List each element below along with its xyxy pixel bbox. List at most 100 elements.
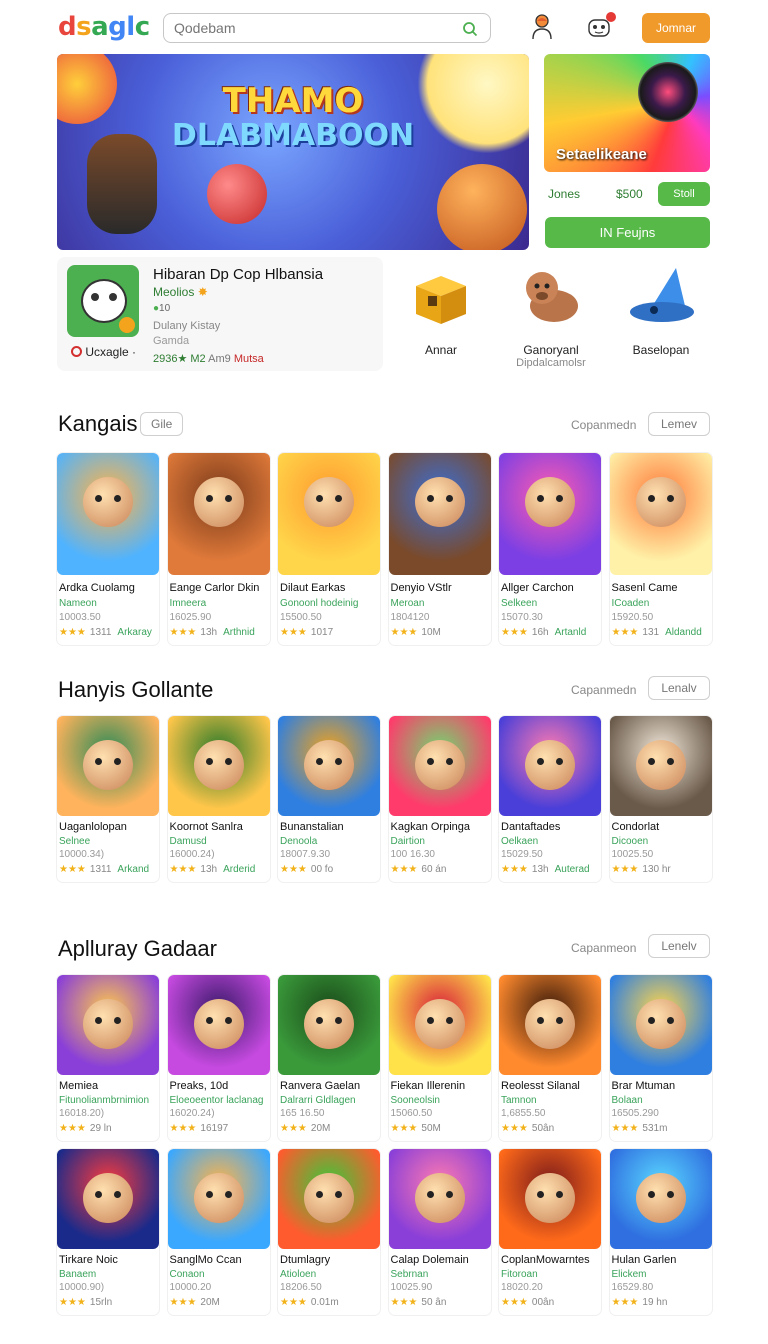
section-link[interactable]: Capanmedn (571, 683, 636, 697)
game-developer: ICoaden (611, 598, 650, 609)
game-card[interactable]: CoplanMowarntes Fitoroan 18020.20 ★★★ 00ân (499, 1149, 601, 1315)
user-profile-icon[interactable] (530, 12, 558, 42)
game-card[interactable]: Kagkan Orpinga Dairtion 100 16.30 ★★★ 60 án (388, 716, 491, 882)
game-stats: 18020.20 (501, 1282, 543, 1293)
featured-rating: ●10 (153, 303, 171, 314)
game-card[interactable]: Calap Dolemain Sebrnan 10025.90 ★★★ 50 ân (388, 1149, 491, 1315)
search-bar[interactable] (163, 13, 491, 43)
character-icon (414, 477, 465, 527)
side-promo-banner[interactable]: Setaelikeane (544, 54, 710, 172)
game-rating: ★★★ 13h Arthnid (169, 627, 255, 638)
game-title: Brar Mtuman (611, 1080, 676, 1092)
game-card[interactable]: Reolesst Silanal Tamnon 1,6855.50 ★★★ 50ân (499, 975, 601, 1141)
mini-item-hat[interactable]: Baselopan (606, 262, 716, 372)
game-thumbnail (57, 1149, 159, 1249)
game-rating: ★★★ 531m (611, 1123, 668, 1134)
game-thumbnail (57, 716, 159, 816)
game-stats: 10000.34) (59, 849, 105, 860)
game-card[interactable]: Uaganlolopan Selnee 10000.34) ★★★ 1311 Arkand (57, 716, 159, 882)
game-card[interactable]: Hulan Garlen Elickem 16529.80 ★★★ 19 hn (609, 1149, 712, 1315)
game-thumbnail (167, 975, 270, 1075)
promo-button[interactable]: Stoll (658, 182, 710, 206)
section-title: Aplluray Gadaar (58, 936, 217, 961)
game-rating: ★★★ 29 ln (59, 1123, 112, 1134)
featured-footer[interactable]: Ucxagle · (71, 345, 136, 359)
game-title: Ranvera Gaelan (280, 1080, 361, 1092)
search-input[interactable] (174, 18, 444, 38)
game-title: Allger Carchon (501, 582, 574, 594)
game-card[interactable]: Dtumlagry Atioloen 18206.50 ★★★ 0.01m (278, 1149, 380, 1315)
dog-icon (526, 272, 578, 322)
game-card[interactable]: Condorlat Dicooen 10025.50 ★★★ 130 hr (609, 716, 712, 882)
character-icon (525, 740, 575, 790)
game-card[interactable]: Dilaut Earkas Gonoonl hodeinig 15500.50 ★★★… (278, 453, 380, 645)
notification-bell-icon[interactable] (586, 12, 616, 42)
game-thumbnail (57, 453, 159, 575)
game-thumbnail (167, 1149, 270, 1249)
character-icon (635, 740, 686, 790)
character-icon (193, 740, 244, 790)
section-more-button[interactable]: Lenelv (648, 934, 710, 958)
game-title: Sasenl Came (611, 582, 678, 594)
game-card[interactable]: Denyio VStlr Meroan 1804120 ★★★ 10M (388, 453, 491, 645)
game-thumbnail (278, 716, 380, 816)
game-rating: ★★★ 20M (169, 1297, 220, 1308)
section-title: Hanyis Gollante (58, 677, 214, 702)
game-card[interactable]: Eange Carlor Dkin Imneera 16025.90 ★★★ 13h Ar… (167, 453, 270, 645)
game-card[interactable]: Ardka Cuolamg Nameon 10003.50 ★★★ 1311 Arkara… (57, 453, 159, 645)
game-title: Hulan Garlen (611, 1254, 677, 1266)
section-link[interactable]: Capanmeon (571, 941, 636, 955)
featured-game-card[interactable]: Hibaran Dp Cop Hlbansia Meolios ✸ ●10 Du… (57, 257, 383, 371)
game-stats: 16529.80 (611, 1282, 654, 1293)
game-card[interactable]: Ranvera Gaelan Dalrarri Gldlagen 165 16.50… (278, 975, 380, 1141)
mini-label: Annar (424, 343, 458, 357)
site-logo[interactable]: dsaglc (58, 12, 150, 42)
game-developer: Fitunolianmbrnimion (59, 1095, 150, 1106)
game-card[interactable]: Allger Carchon Selkeen 15070.30 ★★★ 16h Artan… (499, 453, 601, 645)
game-developer: Tamnon (501, 1095, 537, 1106)
section-link[interactable]: Copanmedn (571, 418, 636, 432)
character-icon (304, 999, 354, 1049)
game-card[interactable]: Fiekan Illerenin Sooneolsin 15060.50 ★★★ 50M (388, 975, 491, 1141)
game-title: Dantaftades (501, 821, 561, 833)
game-title: Dilaut Earkas (280, 582, 346, 594)
game-card[interactable]: SanglMo Ccan Conaon 10000.20 ★★★ 20M (167, 1149, 270, 1315)
join-button[interactable]: Jomnar (642, 13, 710, 43)
game-stats: 15060.50 (390, 1108, 433, 1119)
game-card[interactable]: Dantaftades Oelkaen 15029.50 ★★★ 13h Auterad (499, 716, 601, 882)
game-card[interactable]: Sasenl Came ICoaden 15920.50 ★★★ 131 Aldandd (609, 453, 712, 645)
section-more-button[interactable]: Lenalv (648, 676, 710, 700)
game-developer: Dairtion (390, 836, 425, 847)
top-bar: dsaglc Jomnar (0, 0, 768, 54)
game-card[interactable]: Preaks, 10d Eloeoeentor laclanag 16020.24)… (167, 975, 270, 1141)
section-filter-pill[interactable]: Gile (140, 412, 184, 436)
game-card[interactable]: Tirkare Noic Banaem 10000.90) ★★★ 15rln (57, 1149, 159, 1315)
game-developer: Selnee (59, 836, 91, 847)
game-thumbnail (278, 975, 380, 1075)
mini-item-box[interactable]: Annar (386, 262, 496, 372)
game-card[interactable]: Memiea Fitunolianmbrnimion 16018.20) ★★★ 29 … (57, 975, 159, 1141)
game-thumbnail (388, 975, 491, 1075)
side-banner-label: Setaelikeane (556, 146, 647, 163)
character-icon (304, 477, 354, 527)
character-icon (83, 477, 133, 527)
game-card[interactable]: Bunanstalian Denoola 18007.9.30 ★★★ 00 fo (278, 716, 380, 882)
character-icon (414, 1173, 465, 1223)
section-title: Kangais (58, 411, 138, 436)
game-rating: ★★★ 131 Aldandd (611, 627, 702, 638)
hero-banner[interactable]: THAMO DLABMABOON (57, 54, 529, 250)
game-stats: 10000.90) (59, 1282, 105, 1293)
game-rating: ★★★ 50ân (501, 1123, 555, 1134)
circle-icon (71, 346, 82, 357)
game-developer: Elickem (611, 1269, 647, 1280)
game-card[interactable]: Koornot Sanlra Damusd 16000.24) ★★★ 13h Arder… (167, 716, 270, 882)
game-card[interactable]: Brar Mtuman Bolaan 16505.290 ★★★ 531m (609, 975, 712, 1141)
character-icon (635, 999, 686, 1049)
primary-action-button[interactable]: IN Feujns (545, 217, 710, 248)
featured-stats: 2936★ M2 Am9 Mutsa (153, 353, 264, 365)
mini-item-dog[interactable]: Ganoryanl Dipdalcamolsr (496, 262, 606, 372)
character-icon (193, 999, 244, 1049)
section-more-button[interactable]: Lemev (648, 412, 710, 436)
search-icon[interactable] (462, 21, 478, 37)
character-icon (304, 1173, 354, 1223)
